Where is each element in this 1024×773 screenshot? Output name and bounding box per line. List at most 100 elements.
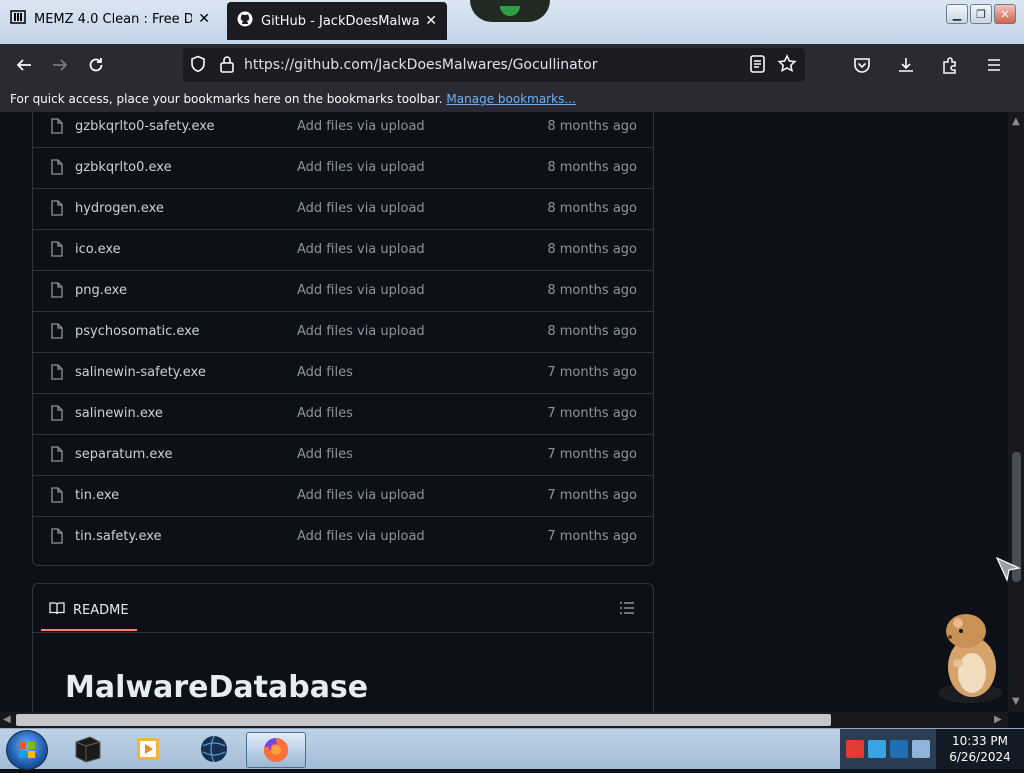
file-name-link[interactable]: separatum.exe <box>75 447 173 462</box>
commit-date: 7 months ago <box>547 406 637 421</box>
scroll-right-icon[interactable]: ▶ <box>994 714 1002 725</box>
commit-message-link[interactable]: Add files via upload <box>297 201 425 216</box>
globe-app-icon[interactable] <box>190 732 238 766</box>
window-controls: ▁ ❐ ✕ <box>946 4 1016 24</box>
commit-message-link[interactable]: Add files via upload <box>297 160 425 175</box>
black-cube-app-icon[interactable] <box>64 732 112 766</box>
file-name-link[interactable]: ico.exe <box>75 242 121 257</box>
file-name-link[interactable]: psychosomatic.exe <box>75 324 199 339</box>
commit-message-link[interactable]: Add files <box>297 447 353 462</box>
readme-tab-underline <box>41 629 137 631</box>
file-name-link[interactable]: gzbkqrlto0.exe <box>75 160 172 175</box>
horizontal-scrollbar[interactable]: ◀ ▶ <box>0 712 1008 728</box>
tab-title: MEMZ 4.0 Clean : Free Downloa <box>34 11 193 27</box>
archive-icon <box>10 9 26 29</box>
commit-message-link[interactable]: Add files <box>297 406 353 421</box>
shield-icon[interactable] <box>189 55 207 77</box>
commit-message-link[interactable]: Add files via upload <box>297 529 425 544</box>
media-player-icon[interactable] <box>124 732 172 766</box>
horizontal-scroll-thumb[interactable] <box>16 714 831 726</box>
file-name-link[interactable]: gzbkqrlto0-safety.exe <box>75 119 215 134</box>
file-row[interactable]: salinewin-safety.exe Add files 7 months ag… <box>33 352 653 393</box>
file-row[interactable]: separatum.exe Add files 7 months ago <box>33 434 653 475</box>
clock-date: 6/26/2024 <box>949 750 1011 764</box>
extensions-icon[interactable] <box>932 49 968 81</box>
commit-message-link[interactable]: Add files via upload <box>297 283 425 298</box>
readme-heading: MalwareDatabase <box>65 670 369 705</box>
commit-date: 8 months ago <box>547 324 637 339</box>
file-name-link[interactable]: salinewin.exe <box>75 406 163 421</box>
address-bar[interactable]: https://github.com/JackDoesMalwares/Gocu… <box>183 48 805 82</box>
tray-network-icon[interactable] <box>890 740 908 758</box>
file-icon <box>50 200 64 220</box>
bookmark-star-icon[interactable] <box>777 54 797 78</box>
commit-date: 7 months ago <box>547 365 637 380</box>
commit-date: 7 months ago <box>547 488 637 503</box>
file-icon <box>50 528 64 548</box>
file-name-link[interactable]: hydrogen.exe <box>75 201 164 216</box>
file-icon <box>50 118 64 138</box>
file-name-link[interactable]: png.exe <box>75 283 127 298</box>
scroll-down-icon[interactable]: ▼ <box>1012 696 1020 707</box>
file-row[interactable]: ico.exe Add files via upload 8 months ago <box>33 229 653 270</box>
taskbar-clock[interactable]: 10:33 PM 6/26/2024 <box>936 729 1024 769</box>
commit-date: 8 months ago <box>547 201 637 216</box>
commit-date: 8 months ago <box>547 160 637 175</box>
file-row[interactable]: png.exe Add files via upload 8 months ago <box>33 270 653 311</box>
restore-icon[interactable]: ❐ <box>970 4 992 24</box>
menu-hamburger-icon[interactable] <box>976 49 1012 81</box>
bookmarks-toolbar: For quick access, place your bookmarks h… <box>0 86 1024 112</box>
file-row[interactable]: hydrogen.exe Add files via upload 8 months… <box>33 188 653 229</box>
close-tab-icon[interactable]: ✕ <box>425 13 437 29</box>
readme-tab[interactable]: README <box>49 600 129 620</box>
download-icon[interactable] <box>888 49 924 81</box>
reader-view-icon[interactable] <box>749 54 767 78</box>
file-name-link[interactable]: salinewin-safety.exe <box>75 365 206 380</box>
tab-github[interactable]: GitHub - JackDoesMalwares/Go ✕ <box>227 2 447 40</box>
start-button[interactable] <box>6 730 48 770</box>
file-icon <box>50 487 64 507</box>
file-row[interactable]: gzbkqrlto0-safety.exe Add files via uploa… <box>33 112 653 147</box>
scroll-left-icon[interactable]: ◀ <box>3 714 11 725</box>
file-row[interactable]: salinewin.exe Add files 7 months ago <box>33 393 653 434</box>
file-row[interactable]: gzbkqrlto0.exe Add files via upload 8 mont… <box>33 147 653 188</box>
file-icon <box>50 364 64 384</box>
system-tray <box>840 729 936 769</box>
firefox-taskbar-icon[interactable] <box>246 732 306 768</box>
commit-date: 8 months ago <box>547 119 637 134</box>
file-row[interactable]: psychosomatic.exe Add files via upload 8 m… <box>33 311 653 352</box>
hamster-sprite <box>930 605 1010 709</box>
close-tab-icon[interactable]: ✕ <box>198 11 210 27</box>
commit-message-link[interactable]: Add files via upload <box>297 119 425 134</box>
file-row[interactable]: tin.exe Add files via upload 7 months ago <box>33 475 653 516</box>
tray-red-app-icon[interactable] <box>846 740 864 758</box>
commit-message-link[interactable]: Add files via upload <box>297 242 425 257</box>
forward-arrow-icon[interactable] <box>42 49 78 81</box>
commit-message-link[interactable]: Add files <box>297 365 353 380</box>
tab-memz[interactable]: MEMZ 4.0 Clean : Free Downloa ✕ <box>0 0 220 38</box>
scroll-up-icon[interactable]: ▲ <box>1012 116 1020 127</box>
github-icon <box>237 11 253 31</box>
file-name-link[interactable]: tin.safety.exe <box>75 529 162 544</box>
url-text[interactable]: https://github.com/JackDoesMalwares/Gocu… <box>244 57 597 73</box>
file-name-link[interactable]: tin.exe <box>75 488 119 503</box>
window-close-icon[interactable]: ✕ <box>994 4 1016 24</box>
commit-message-link[interactable]: Add files via upload <box>297 488 425 503</box>
lock-icon[interactable] <box>219 55 235 77</box>
outline-list-icon[interactable] <box>619 600 635 620</box>
back-arrow-icon[interactable] <box>6 49 42 81</box>
tab-bar: MEMZ 4.0 Clean : Free Downloa ✕ GitHub -… <box>0 0 1024 44</box>
manage-bookmarks-link[interactable]: Manage bookmarks... <box>446 92 575 106</box>
file-list: gzbkqrlto0-safety.exe Add files via uploa… <box>32 112 654 566</box>
tray-volume-icon[interactable] <box>912 740 930 758</box>
reload-icon[interactable] <box>78 49 114 81</box>
readme-header: README <box>33 584 653 633</box>
tab-title: GitHub - JackDoesMalwares/Go <box>261 13 420 29</box>
tray-monitor-icon[interactable] <box>868 740 886 758</box>
commit-message-link[interactable]: Add files via upload <box>297 324 425 339</box>
pocket-icon[interactable] <box>844 49 880 81</box>
vertical-scrollbar[interactable]: ▲ ▼ <box>1008 112 1024 712</box>
file-row[interactable]: tin.safety.exe Add files via upload 7 mont… <box>33 516 653 557</box>
bookmarks-message: For quick access, place your bookmarks h… <box>10 92 443 106</box>
minimize-icon[interactable]: ▁ <box>946 4 968 24</box>
